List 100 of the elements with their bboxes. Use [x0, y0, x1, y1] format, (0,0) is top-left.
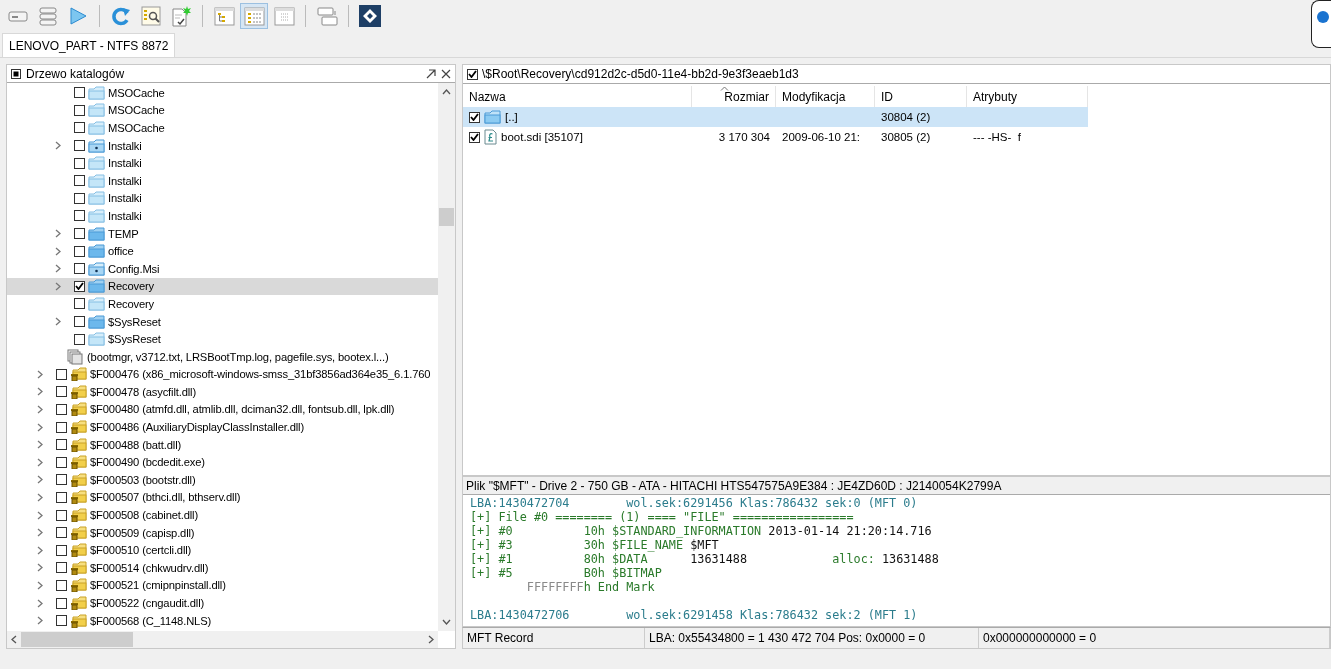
- tree-item[interactable]: (bootmgr, v3712.txt, LRSBootTmp.log, pagefile.sys, bootex.l...): [7, 347, 438, 366]
- tree-item[interactable]: Instalki: [7, 207, 438, 225]
- checkbox[interactable]: [56, 456, 67, 468]
- tree-item[interactable]: Instalki: [7, 154, 438, 172]
- chevron-icon[interactable]: [55, 229, 61, 239]
- chevron-icon[interactable]: [37, 405, 43, 414]
- tree-item[interactable]: $F000488 (batt.dll): [7, 435, 438, 454]
- checkbox[interactable]: [74, 87, 85, 99]
- tree-item[interactable]: $F000503 (bootstr.dll): [7, 471, 438, 489]
- tree-item[interactable]: $F000510 (certcli.dll): [7, 541, 438, 560]
- chevron-icon[interactable]: [37, 457, 43, 467]
- tree-item[interactable]: $F000478 (asycfilt.dll): [7, 383, 438, 401]
- tree-item[interactable]: $SysReset: [7, 330, 438, 348]
- chevron-icon[interactable]: [37, 475, 43, 485]
- close-icon[interactable]: [441, 68, 451, 79]
- checkbox[interactable]: [56, 439, 67, 451]
- checkbox[interactable]: [56, 404, 67, 415]
- tree-item[interactable]: MSOCache: [7, 84, 438, 102]
- checkbox[interactable]: [74, 280, 85, 292]
- checkbox[interactable]: [469, 111, 480, 123]
- chevron-icon[interactable]: [37, 422, 43, 432]
- tree-item[interactable]: MSOCache: [7, 119, 438, 137]
- tree-item[interactable]: $F000521 (cmipnpinstall.dll): [7, 576, 438, 595]
- checkbox[interactable]: [74, 316, 85, 327]
- checkbox[interactable]: [56, 368, 67, 380]
- tree-item[interactable]: $F000486 (AuxiliaryDisplayClassInstaller.dll): [7, 418, 438, 436]
- logo-button[interactable]: [356, 3, 384, 29]
- chevron-icon[interactable]: [55, 281, 61, 291]
- tree-item[interactable]: TEMP: [7, 224, 438, 243]
- chevron-icon[interactable]: [37, 440, 43, 450]
- checkbox[interactable]: [467, 68, 478, 80]
- checkbox[interactable]: [56, 597, 67, 609]
- checkbox[interactable]: [74, 104, 85, 116]
- folder-icon: [88, 103, 105, 118]
- checkbox[interactable]: [74, 157, 85, 169]
- chevron-icon[interactable]: [55, 264, 61, 274]
- checkbox[interactable]: [56, 386, 67, 398]
- chevron-icon[interactable]: [37, 616, 43, 626]
- checkbox[interactable]: [56, 615, 67, 627]
- tree-item[interactable]: $F000507 (bthci.dll, bthserv.dll): [7, 488, 438, 507]
- scrollbar-thumb[interactable]: [21, 632, 133, 647]
- tree-item[interactable]: $F000568 (C_1148.NLS): [7, 611, 438, 630]
- undock-icon[interactable]: [426, 68, 436, 79]
- chevron-icon[interactable]: [55, 246, 61, 256]
- tree-item[interactable]: Recovery: [7, 277, 438, 296]
- chevron-icon[interactable]: [37, 563, 43, 573]
- tab[interactable]: LENOVO_PART - NTFS 8872: [2, 33, 176, 57]
- checkbox[interactable]: [56, 509, 67, 521]
- checkbox[interactable]: [74, 298, 85, 310]
- panel-icon: [11, 68, 21, 79]
- tree-item[interactable]: $F000509 (capisp.dll): [7, 523, 438, 542]
- folder-icon: [88, 85, 105, 100]
- file-row[interactable]: boot.sdi [35107] 3 170 304 2009-06-10 21: 30805 (2) --- -HS- f: [463, 127, 1088, 147]
- tree-item[interactable]: Instalki: [7, 171, 438, 190]
- tree-item[interactable]: MSOCache: [7, 101, 438, 120]
- chevron-icon[interactable]: [37, 492, 43, 502]
- checkbox[interactable]: [74, 192, 85, 204]
- checkbox[interactable]: [56, 421, 67, 433]
- chevron-icon[interactable]: [55, 141, 61, 151]
- checkbox[interactable]: [74, 333, 85, 345]
- chevron-icon[interactable]: [37, 598, 43, 608]
- chevron-icon[interactable]: [37, 510, 43, 520]
- chevron-icon[interactable]: [37, 580, 43, 590]
- tree-item[interactable]: Config.Msi: [7, 259, 438, 278]
- list-view-icon: [243, 5, 265, 27]
- checkbox[interactable]: [74, 122, 85, 134]
- tree-item[interactable]: Instalki: [7, 136, 438, 155]
- chevron-icon[interactable]: [37, 387, 43, 397]
- chevron-icon[interactable]: [37, 545, 43, 555]
- refresh-icon: [110, 5, 132, 27]
- scrollbar-thumb[interactable]: [439, 208, 454, 226]
- checkbox[interactable]: [56, 527, 67, 539]
- tree-item[interactable]: office: [7, 242, 438, 260]
- tree-item[interactable]: $F000490 (bcdedit.exe): [7, 453, 438, 472]
- chevron-icon[interactable]: [55, 317, 61, 326]
- checkbox[interactable]: [74, 210, 85, 222]
- checkbox[interactable]: [56, 562, 67, 574]
- checkbox[interactable]: [74, 175, 85, 187]
- checkbox[interactable]: [74, 263, 85, 275]
- tree-item[interactable]: $F000522 (cngaudit.dll): [7, 594, 438, 612]
- tree-item[interactable]: $F000476 (x86_microsoft-windows-smss_31bf3856ad364e35_6.1.760: [7, 365, 438, 384]
- tree-item[interactable]: Recovery: [7, 295, 438, 313]
- tree-item[interactable]: Instalki: [7, 189, 438, 208]
- checkbox[interactable]: [469, 131, 480, 143]
- checkbox[interactable]: [56, 491, 67, 503]
- tree-item[interactable]: $F000508 (cabinet.dll): [7, 506, 438, 524]
- folder-bin-icon: [70, 367, 87, 382]
- tree-item[interactable]: $F000480 (atmfd.dll, atmlib.dll, dciman32.dll, fontsub.dll, lpk.dll): [7, 400, 438, 419]
- checkbox[interactable]: [74, 228, 85, 240]
- checkbox[interactable]: [74, 245, 85, 257]
- file-row[interactable]: [..] 30804 (2): [463, 107, 1088, 127]
- tree-item[interactable]: $SysReset: [7, 312, 438, 331]
- checkbox[interactable]: [56, 544, 67, 556]
- tree-item[interactable]: $F000514 (chkwudrv.dll): [7, 559, 438, 577]
- checkbox[interactable]: [56, 579, 67, 591]
- chevron-icon[interactable]: [37, 528, 43, 538]
- check-icon: [470, 133, 479, 141]
- checkbox[interactable]: [74, 140, 85, 152]
- checkbox[interactable]: [56, 474, 67, 486]
- chevron-icon[interactable]: [37, 369, 43, 379]
